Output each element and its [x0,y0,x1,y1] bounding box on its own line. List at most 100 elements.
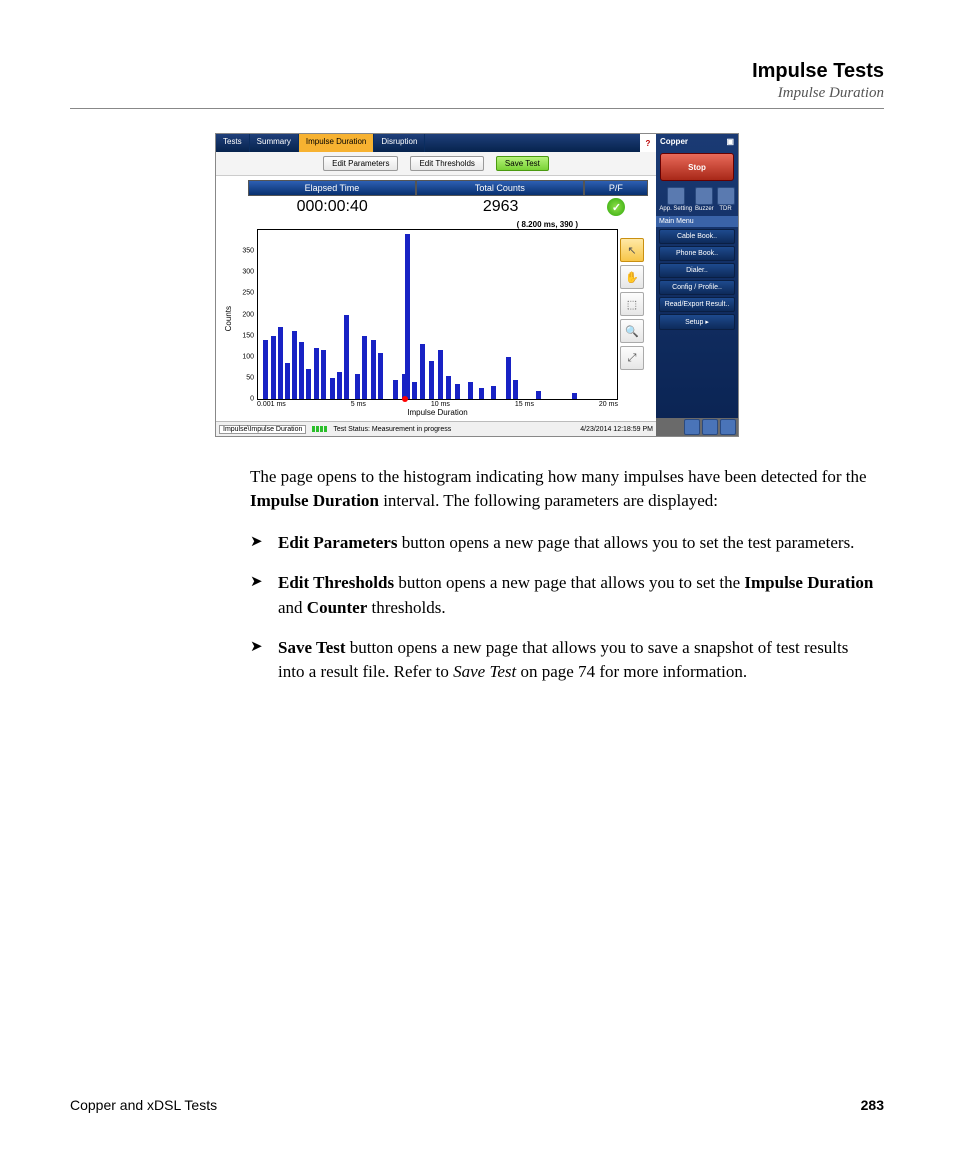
x-tick: 15 ms [515,401,534,408]
buzzer-shortcut[interactable]: Buzzer [695,187,714,212]
pan-tool-icon[interactable]: ✋ [620,265,644,289]
total-counts-value: 2963 [416,198,584,216]
histogram-plot[interactable]: 050100150200250300350 [257,229,618,400]
side-menu-item[interactable]: Config / Profile.. [659,280,735,295]
elapsed-time-value: 000:00:40 [248,198,416,216]
histogram-bar [438,350,443,399]
tdr-shortcut[interactable]: TDR [717,187,735,212]
x-tick: 0.001 ms [257,401,286,408]
bullet-save-test: Save Test button opens a new page that a… [250,636,874,684]
tray-info-icon[interactable] [684,419,700,435]
x-tick: 5 ms [351,401,366,408]
pointer-tool-icon[interactable]: ↖ [620,238,644,262]
histogram-bar [321,350,326,399]
fit-tool-icon[interactable]: ⤢ [620,346,644,370]
side-menu-item[interactable]: Setup ▸ [659,314,735,330]
zoom-tool-icon[interactable]: 🔍 [620,319,644,343]
histogram-bar [405,234,410,399]
y-tick: 300 [242,269,254,276]
footer-page-number: 283 [861,1097,884,1113]
main-menu-header: Main Menu [656,216,738,227]
histogram-bar [344,315,349,400]
histogram-bar [420,344,425,399]
histogram-bar [278,327,283,399]
side-menu-item[interactable]: Phone Book.. [659,246,735,261]
histogram-bar [429,361,434,399]
tab-disruption[interactable]: Disruption [374,134,425,152]
chart-cursor-tooltip: ( 8.200 ms, 390 ) [235,220,618,229]
side-title: Copper [660,137,688,146]
col-total-counts: Total Counts [416,180,584,196]
page-header-title: Impulse Tests [70,60,884,83]
histogram-bar [393,380,398,399]
header-rule [70,108,884,109]
save-test-button[interactable]: Save Test [496,156,549,171]
histogram-bar [371,340,376,399]
histogram-bar [299,342,304,399]
device-screenshot: Tests Summary Impulse Duration Disruptio… [215,133,739,437]
histogram-bar [468,382,473,399]
histogram-bar [491,386,496,399]
y-tick: 200 [242,311,254,318]
histogram-bar [330,378,335,399]
zoom-area-tool-icon[interactable]: ⬚ [620,292,644,316]
y-tick: 150 [242,332,254,339]
histogram-bar [306,369,311,399]
tab-summary[interactable]: Summary [250,134,299,152]
buzzer-icon [695,187,713,205]
help-icon[interactable]: ? [640,134,656,152]
y-tick: 250 [242,290,254,297]
y-tick: 50 [246,374,254,381]
histogram-bar [506,357,511,399]
system-tray [656,418,738,436]
chart-x-ticks: 0.001 ms 5 ms 10 ms 15 ms 20 ms [257,401,618,408]
histogram-bar [271,336,276,399]
histogram-bar [536,391,541,399]
edit-parameters-button[interactable]: Edit Parameters [323,156,398,171]
chart-x-axis-label: Impulse Duration [257,408,618,417]
tdr-icon [717,187,735,205]
histogram-bar [479,388,484,399]
tab-tests[interactable]: Tests [216,134,250,152]
histogram-bar [285,363,290,399]
chart-y-axis-label: Counts [224,306,233,331]
y-tick: 100 [242,353,254,360]
histogram-bar [362,336,367,399]
status-path: Impulse\Impulse Duration [219,425,306,434]
tray-camera-icon[interactable] [720,419,736,435]
col-elapsed-time: Elapsed Time [248,180,416,196]
status-text: Test Status: Measurement in progress [333,426,451,433]
y-tick: 0 [250,396,254,403]
side-corner-icon[interactable]: ▣ [726,137,734,146]
x-tick: 20 ms [599,401,618,408]
x-tick: 10 ms [431,401,450,408]
status-bar: Impulse\Impulse Duration Test Status: Me… [216,421,656,436]
chart-toolbar: ↖ ✋ ⬚ 🔍 ⤢ [618,220,648,417]
pass-icon: ✓ [607,198,625,216]
histogram-bar [446,376,451,399]
stop-button[interactable]: Stop [660,153,734,181]
tray-keyboard-icon[interactable] [702,419,718,435]
tab-impulse-duration[interactable]: Impulse Duration [299,134,374,152]
y-tick: 350 [242,248,254,255]
side-panel: Copper ▣ Stop App. Setting Buzzer TDR Mai… [656,134,738,436]
col-pass-fail: P/F [584,180,648,196]
edit-thresholds-button[interactable]: Edit Thresholds [410,156,483,171]
side-menu-item[interactable]: Dialer.. [659,263,735,278]
intro-paragraph: The page opens to the histogram indicati… [250,465,874,513]
histogram-bar [337,372,342,399]
histogram-bar [572,393,577,399]
tab-bar: Tests Summary Impulse Duration Disruptio… [216,134,656,152]
cursor-marker-icon[interactable] [402,396,408,402]
histogram-bar [263,340,268,399]
histogram-bar [455,384,460,399]
side-menu-item[interactable]: Read/Export Result.. [659,297,735,312]
battery-icon [312,426,327,432]
bullet-edit-thresholds: Edit Thresholds button opens a new page … [250,571,874,619]
histogram-bar [292,331,297,399]
histogram-bar [355,374,360,399]
footer-book-title: Copper and xDSL Tests [70,1097,217,1113]
side-menu-item[interactable]: Cable Book.. [659,229,735,244]
app-setting-shortcut[interactable]: App. Setting [659,187,692,212]
histogram-bar [378,353,383,399]
